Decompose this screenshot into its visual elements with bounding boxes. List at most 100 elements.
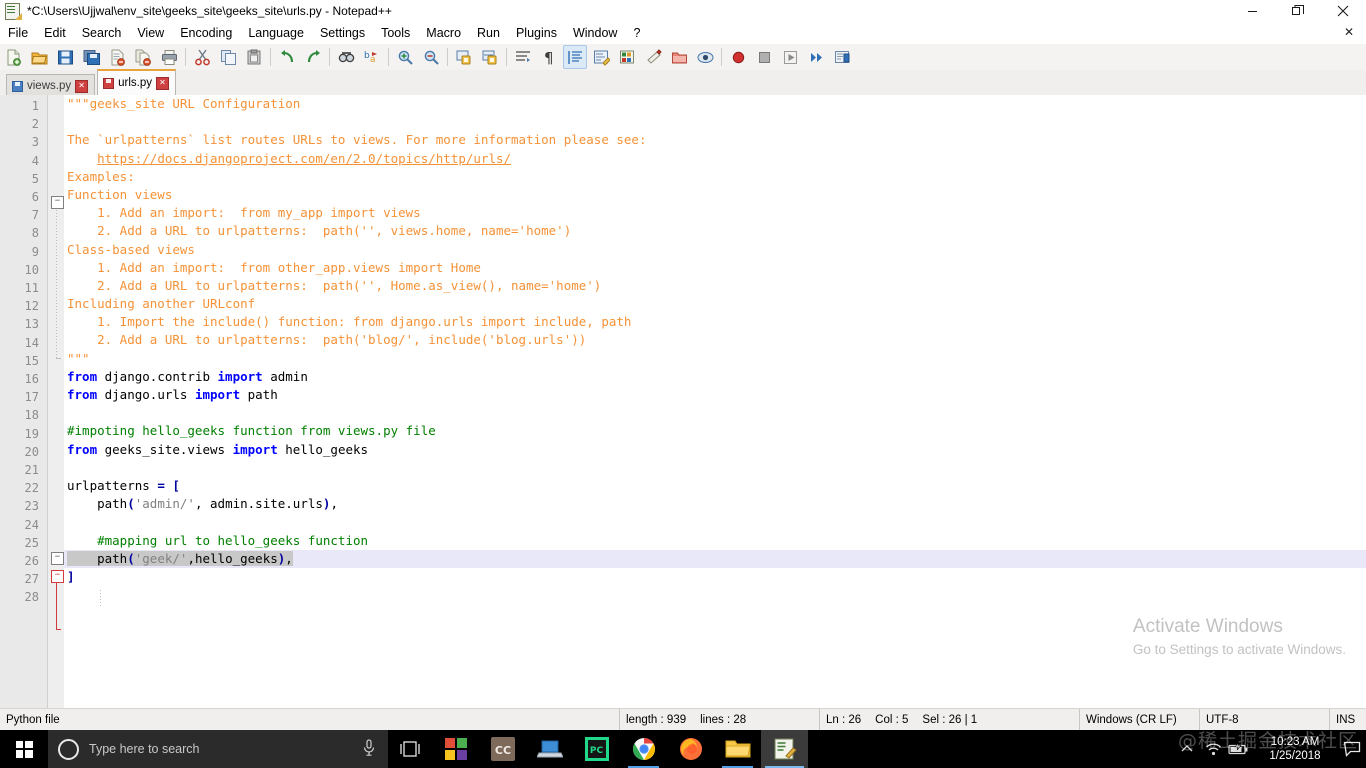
menu-item-window[interactable]: Window: [565, 23, 625, 43]
code-line[interactable]: ]: [64, 568, 1366, 586]
code-line[interactable]: from geeks_site.views import hello_geeks: [64, 441, 1366, 459]
show-hidden-icons-chevron[interactable]: [1174, 730, 1200, 768]
code-line[interactable]: path('admin/', admin.site.urls),: [64, 495, 1366, 513]
code-line[interactable]: https://docs.djangoproject.com/en/2.0/to…: [64, 150, 1366, 168]
remote-desktop-icon[interactable]: [526, 730, 573, 768]
sync-vertical-scroll-icon[interactable]: [452, 45, 476, 69]
open-file-icon[interactable]: [27, 45, 51, 69]
close-document-icon[interactable]: ✕: [1344, 25, 1354, 40]
copy-icon[interactable]: [216, 45, 240, 69]
document-map-icon[interactable]: [641, 45, 665, 69]
status-encoding-cell[interactable]: UTF-8: [1200, 709, 1330, 731]
redo-icon[interactable]: [301, 45, 325, 69]
save-all-icon[interactable]: [79, 45, 103, 69]
fold-toggle-line-22[interactable]: −: [51, 552, 64, 565]
cut-icon[interactable]: [190, 45, 214, 69]
code-line[interactable]: from django.contrib import admin: [64, 368, 1366, 386]
code-line[interactable]: 1. Add an import: from my_app import vie…: [64, 204, 1366, 222]
file-explorer-icon[interactable]: [714, 730, 761, 768]
code-line[interactable]: urlpatterns = [: [64, 477, 1366, 495]
code-lines[interactable]: """geeks_site URL Configuration The `url…: [64, 95, 1366, 708]
fold-toggle-line-23[interactable]: −: [51, 570, 64, 583]
save-icon[interactable]: [53, 45, 77, 69]
user-defined-language-icon[interactable]: [589, 45, 613, 69]
sync-horizontal-scroll-icon[interactable]: [478, 45, 502, 69]
menu-item-language[interactable]: Language: [240, 23, 312, 43]
restore-icon[interactable]: [1275, 0, 1320, 22]
menu-item-edit[interactable]: Edit: [36, 23, 74, 43]
menu-item-macro[interactable]: Macro: [418, 23, 469, 43]
save-current-recorded-macro-icon[interactable]: [830, 45, 854, 69]
menu-item-help[interactable]: ?: [625, 23, 648, 43]
code-line[interactable]: 2. Add a URL to urlpatterns: path('', vi…: [64, 222, 1366, 240]
monitoring-icon[interactable]: [693, 45, 717, 69]
task-view-icon[interactable]: [388, 730, 432, 768]
close-icon[interactable]: ✕: [155, 76, 169, 90]
show-indent-guide-icon[interactable]: [563, 45, 587, 69]
battery-icon[interactable]: [1226, 730, 1252, 768]
menu-item-encoding[interactable]: Encoding: [172, 23, 240, 43]
code-line[interactable]: #mapping url to hello_geeks function: [64, 532, 1366, 550]
stop-recording-icon[interactable]: [752, 45, 776, 69]
show-all-characters-icon[interactable]: ¶: [537, 45, 561, 69]
microsoft-store-icon[interactable]: [432, 730, 479, 768]
code-line[interactable]: The `urlpatterns` list routes URLs to vi…: [64, 131, 1366, 149]
close-icon[interactable]: [1320, 0, 1366, 22]
code-line[interactable]: 1. Import the include() function: from d…: [64, 313, 1366, 331]
playback-icon[interactable]: [778, 45, 802, 69]
windows-start-icon[interactable]: [0, 730, 48, 768]
pycharm-icon[interactable]: PC: [573, 730, 620, 768]
code-line[interactable]: Examples:: [64, 168, 1366, 186]
word-wrap-icon[interactable]: [511, 45, 535, 69]
menu-item-view[interactable]: View: [129, 23, 172, 43]
code-line[interactable]: [64, 404, 1366, 422]
code-line[interactable]: from django.urls import path: [64, 386, 1366, 404]
print-icon[interactable]: [157, 45, 181, 69]
zoom-out-icon[interactable]: [419, 45, 443, 69]
menu-item-settings[interactable]: Settings: [312, 23, 373, 43]
zoom-in-icon[interactable]: [393, 45, 417, 69]
code-line[interactable]: Including another URLconf: [64, 295, 1366, 313]
folder-as-workspace-icon[interactable]: [667, 45, 691, 69]
search-input[interactable]: Type here to search: [48, 730, 388, 768]
code-line[interactable]: [64, 586, 1366, 604]
tab-views-py[interactable]: views.py ✕: [6, 74, 96, 97]
code-line[interactable]: #impoting hello_geeks function from view…: [64, 422, 1366, 440]
code-line[interactable]: Class-based views: [64, 241, 1366, 259]
taskbar-clock[interactable]: 10:23 AM 1/25/2018: [1252, 730, 1338, 768]
code-line[interactable]: path('geek/',hello_geeks),: [64, 550, 1366, 568]
new-file-icon[interactable]: [1, 45, 25, 69]
code-line[interactable]: [64, 113, 1366, 131]
microphone-icon[interactable]: [362, 739, 378, 759]
menu-item-plugins[interactable]: Plugins: [508, 23, 565, 43]
code-line[interactable]: [64, 459, 1366, 477]
fold-toggle-line-1[interactable]: −: [51, 196, 64, 209]
menu-item-search[interactable]: Search: [74, 23, 130, 43]
action-center-icon[interactable]: [1338, 730, 1366, 768]
record-macro-icon[interactable]: [726, 45, 750, 69]
code-line[interactable]: 1. Add an import: from other_app.views i…: [64, 259, 1366, 277]
menu-item-run[interactable]: Run: [469, 23, 508, 43]
status-eol-cell[interactable]: Windows (CR LF): [1080, 709, 1200, 731]
firefox-icon[interactable]: [667, 730, 714, 768]
wifi-icon[interactable]: [1200, 730, 1226, 768]
code-editor[interactable]: − − − """geeks_site URL Configuration Th…: [0, 95, 1366, 708]
code-line[interactable]: 2. Add a URL to urlpatterns: path('', Ho…: [64, 277, 1366, 295]
close-all-files-icon[interactable]: [131, 45, 155, 69]
run-macro-multiple-times-icon[interactable]: [804, 45, 828, 69]
code-line[interactable]: """: [64, 350, 1366, 368]
creative-cloud-icon[interactable]: CC: [479, 730, 526, 768]
code-line[interactable]: 2. Add a URL to urlpatterns: path('blog/…: [64, 331, 1366, 349]
undo-icon[interactable]: [275, 45, 299, 69]
show-function-list-icon[interactable]: [615, 45, 639, 69]
close-icon[interactable]: ✕: [75, 79, 89, 93]
menu-item-tools[interactable]: Tools: [373, 23, 418, 43]
find-icon[interactable]: [334, 45, 358, 69]
status-insert-mode-cell[interactable]: INS: [1330, 709, 1366, 731]
tab-urls-py[interactable]: urls.py ✕: [97, 69, 176, 95]
cortana-circle-icon[interactable]: [58, 738, 79, 760]
close-file-icon[interactable]: [105, 45, 129, 69]
replace-icon[interactable]: ba: [360, 45, 384, 69]
menu-item-file[interactable]: File: [0, 23, 36, 43]
code-line[interactable]: [64, 513, 1366, 531]
